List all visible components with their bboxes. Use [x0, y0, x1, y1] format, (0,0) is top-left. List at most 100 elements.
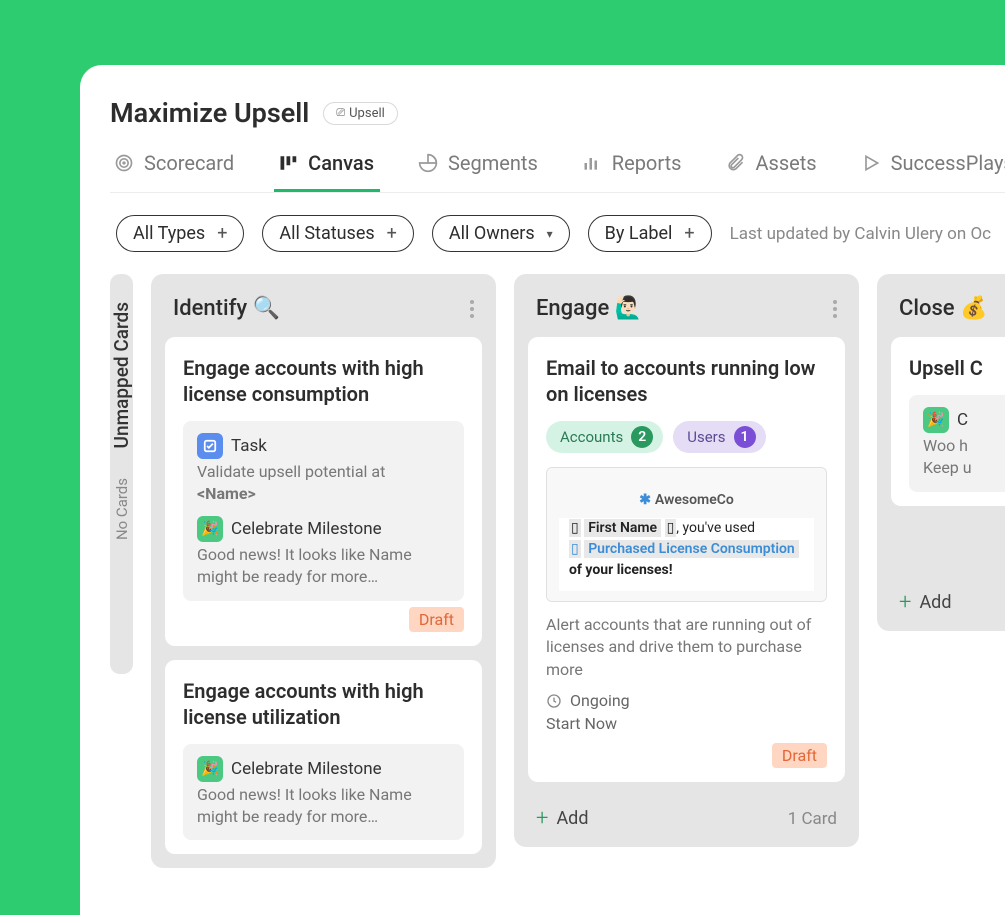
- card[interactable]: Engage accounts with high license utiliz…: [165, 660, 482, 855]
- add-card-button[interactable]: + Add: [899, 590, 951, 615]
- column-menu-icon[interactable]: [470, 300, 474, 318]
- plus-icon: +: [684, 223, 694, 244]
- filter-statuses[interactable]: All Statuses +: [262, 215, 413, 252]
- tab-label: Segments: [448, 151, 538, 175]
- tab-label: SuccessPlays: [891, 151, 1005, 175]
- chip-users[interactable]: Users 1: [673, 421, 765, 453]
- chevron-down-icon: ▾: [547, 227, 553, 241]
- column-header: Close 💰: [891, 274, 1005, 337]
- column-title: Engage 🙋🏻‍♂️: [536, 296, 642, 321]
- tab-label: Reports: [612, 151, 682, 175]
- column-header: Identify 🔍: [165, 274, 482, 337]
- unmapped-title: Unmapped Cards: [110, 302, 133, 448]
- card-description: Alert accounts that are running out of l…: [546, 614, 827, 681]
- filter-bar: All Types + All Statuses + All Owners ▾ …: [110, 193, 1005, 274]
- plus-icon: +: [899, 590, 911, 615]
- pie-icon: [418, 153, 438, 173]
- chip-count: 2: [631, 426, 653, 448]
- card-body: Task Validate upsell potential at <Name>…: [183, 421, 464, 601]
- page-header: Maximize Upsell ⎚ Upsell: [110, 97, 1005, 129]
- meta-action: Start Now: [546, 714, 827, 733]
- tab-label: Scorecard: [144, 151, 234, 175]
- tab-scorecard[interactable]: Scorecard: [110, 151, 240, 192]
- tab-canvas[interactable]: Canvas: [274, 151, 380, 192]
- play-icon: [861, 153, 881, 173]
- clip-icon: [725, 153, 745, 173]
- meta-timing: Ongoing: [546, 691, 827, 710]
- chip-accounts[interactable]: Accounts 2: [546, 421, 663, 453]
- bar-icon: [582, 153, 602, 173]
- page-title: Maximize Upsell: [110, 97, 309, 129]
- tab-bar: Scorecard Canvas Segments Reports Assets: [110, 151, 1005, 193]
- item-label: Celebrate Milestone: [231, 519, 382, 539]
- tab-reports[interactable]: Reports: [578, 151, 688, 192]
- dollar-icon: ⎚: [336, 106, 345, 120]
- status-badge: Draft: [772, 743, 827, 768]
- card-body: 🎉 Celebrate Milestone Good news! It look…: [183, 744, 464, 841]
- email-preview: ✱AwesomeCo ▯ First Name ▯, you've used ▯…: [546, 467, 827, 602]
- tab-successplays[interactable]: SuccessPlays: [857, 151, 1005, 192]
- column-footer: + Add 1 Card: [528, 796, 845, 833]
- card[interactable]: Engage accounts with high license consum…: [165, 337, 482, 646]
- chips-row: Accounts 2 Users 1: [546, 421, 827, 453]
- card[interactable]: Email to accounts running low on license…: [528, 337, 845, 782]
- celebrate-icon: 🎉: [197, 516, 223, 542]
- unmapped-column[interactable]: Unmapped Cards No Cards: [110, 274, 133, 674]
- card-title: Engage accounts with high license consum…: [183, 355, 464, 407]
- status-badge: Draft: [409, 607, 464, 632]
- item-text: Good news! It looks like Name might be r…: [197, 544, 450, 589]
- celebrate-icon: 🎉: [197, 756, 223, 782]
- item-label: Task: [231, 436, 267, 456]
- chip-label: Accounts: [560, 428, 623, 446]
- plus-icon: +: [387, 223, 397, 244]
- unmapped-count: No Cards: [113, 478, 131, 540]
- board-icon: [278, 153, 298, 173]
- column-engage: Engage 🙋🏻‍♂️ Email to accounts running l…: [514, 274, 859, 847]
- tab-assets[interactable]: Assets: [721, 151, 822, 192]
- item-text: Woo h Keep u: [923, 435, 1005, 480]
- card-count: 1 Card: [788, 809, 837, 829]
- card-body: 🎉 C Woo h Keep u: [909, 395, 1005, 492]
- column-title: Close 💰: [899, 296, 987, 321]
- item-text: Good news! It looks like Name might be r…: [197, 784, 450, 829]
- email-text: ▯ First Name ▯, you've used ▯ Purchased …: [559, 518, 814, 591]
- column-close: Close 💰 Upsell C 🎉 C Woo h Keep u + Add: [877, 274, 1005, 631]
- card-title: Email to accounts running low on license…: [546, 355, 827, 407]
- kanban-board: Unmapped Cards No Cards Identify 🔍 Engag…: [110, 274, 1005, 868]
- card-title: Engage accounts with high license utiliz…: [183, 678, 464, 730]
- filter-owners[interactable]: All Owners ▾: [432, 215, 570, 252]
- category-tag-label: Upsell: [349, 106, 385, 121]
- target-icon: [114, 153, 134, 173]
- column-title: Identify 🔍: [173, 296, 280, 321]
- filter-label: All Statuses: [279, 223, 374, 244]
- item-label: Celebrate Milestone: [231, 759, 382, 779]
- clock-icon: [546, 693, 562, 709]
- filter-label: All Owners: [449, 223, 535, 244]
- task-icon: [197, 433, 223, 459]
- chip-count: 1: [734, 426, 756, 448]
- last-updated-text: Last updated by Calvin Ulery on Oc: [730, 224, 991, 244]
- item-label: C: [957, 410, 968, 430]
- tab-label: Canvas: [308, 151, 374, 175]
- card[interactable]: Upsell C 🎉 C Woo h Keep u: [891, 337, 1005, 506]
- column-menu-icon[interactable]: [833, 300, 837, 318]
- column-identify: Identify 🔍 Engage accounts with high lic…: [151, 274, 496, 868]
- app-window: Maximize Upsell ⎚ Upsell Scorecard Canva…: [80, 65, 1005, 915]
- tab-segments[interactable]: Segments: [414, 151, 544, 192]
- add-card-button[interactable]: + Add: [536, 806, 588, 831]
- filter-label[interactable]: By Label +: [588, 215, 712, 252]
- add-label: Add: [919, 592, 951, 613]
- filter-label: All Types: [133, 223, 205, 244]
- plus-icon: +: [217, 223, 227, 244]
- category-tag[interactable]: ⎚ Upsell: [323, 102, 397, 125]
- celebrate-icon: 🎉: [923, 407, 949, 433]
- add-label: Add: [556, 808, 588, 829]
- plus-icon: +: [536, 806, 548, 831]
- chip-label: Users: [687, 428, 725, 446]
- filter-label-text: By Label: [605, 223, 673, 244]
- column-footer: + Add: [891, 580, 1005, 617]
- tab-label: Assets: [755, 151, 816, 175]
- email-logo: ✱AwesomeCo: [557, 478, 816, 518]
- item-text: Validate upsell potential at <Name>: [197, 461, 450, 506]
- filter-types[interactable]: All Types +: [116, 215, 244, 252]
